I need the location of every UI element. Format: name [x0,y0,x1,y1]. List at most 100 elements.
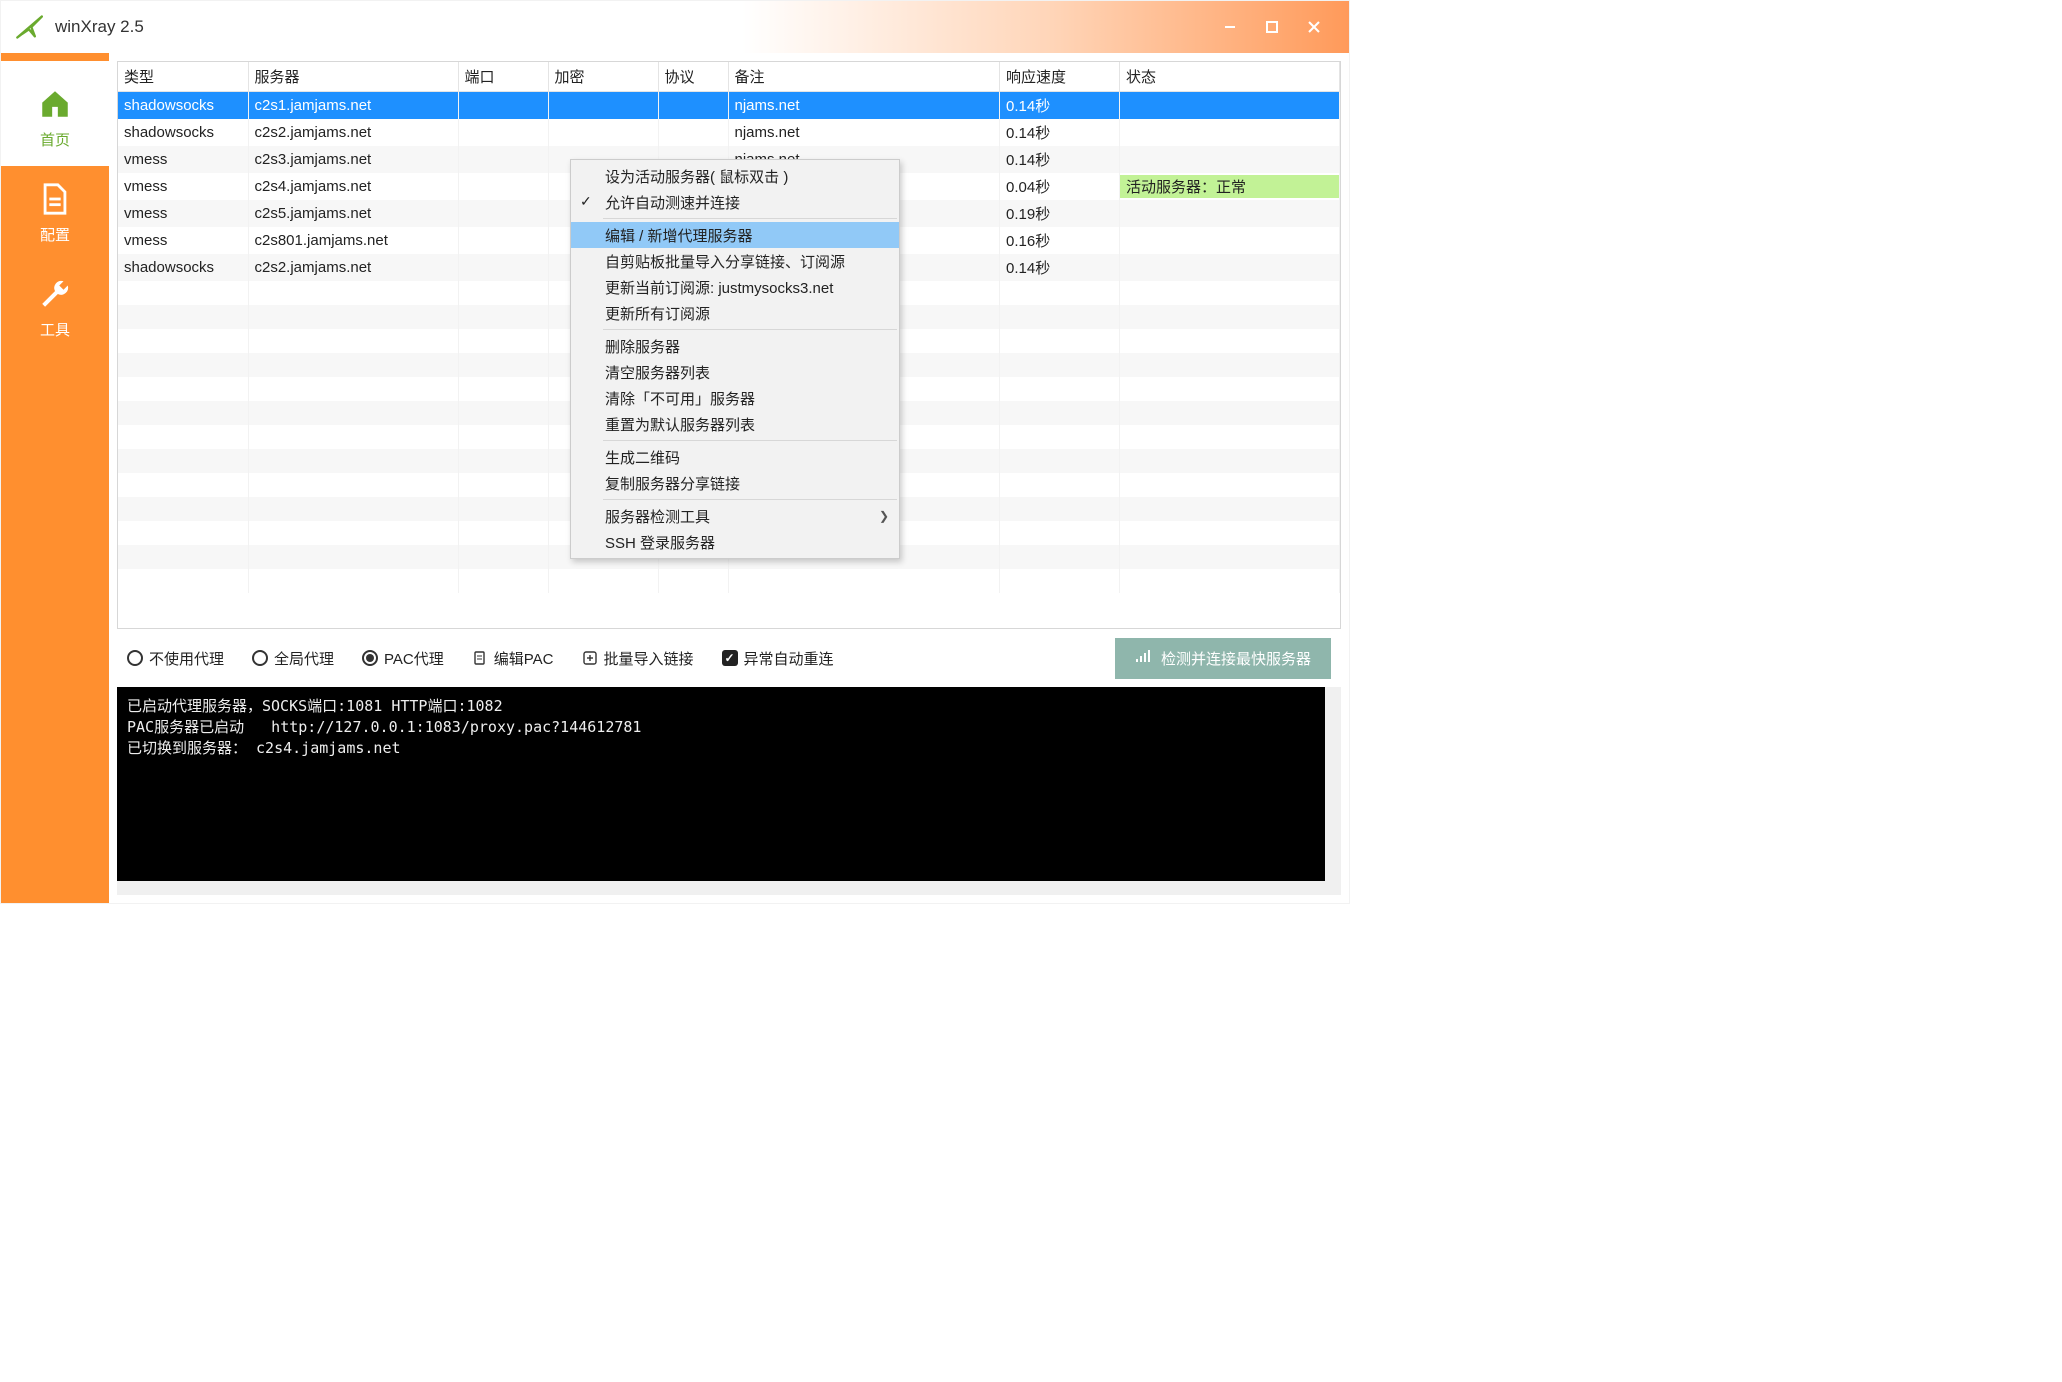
status-badge: 活动服务器：正常 [1120,175,1339,198]
link-label: 编辑PAC [494,648,554,669]
detect-fastest-button[interactable]: 检测并连接最快服务器 [1115,638,1331,679]
radio-icon [362,650,378,666]
table-cell [548,92,658,120]
app-title: winXray 2.5 [55,17,144,37]
menu-item-label: 清除「不可用」服务器 [605,388,755,409]
menu-item[interactable]: 重置为默认服务器列表 [571,411,899,437]
table-row[interactable]: shadowsocksc2s1.jamjams.netnjams.net0.14… [118,92,1340,120]
col-type[interactable]: 类型 [118,62,248,92]
col-remark[interactable]: 备注 [728,62,1000,92]
table-cell [548,119,658,146]
file-icon [38,182,72,216]
scrollbar-vertical[interactable] [1325,687,1341,881]
menu-item-label: 更新当前订阅源: justmysocks3.net [605,277,833,298]
radio-label: 不使用代理 [149,648,224,669]
minimize-button[interactable] [1209,11,1251,43]
sidebar-item-config[interactable]: 配置 [1,166,109,261]
home-icon [38,87,72,121]
menu-item[interactable]: SSH 登录服务器 [571,529,899,555]
detect-label: 检测并连接最快服务器 [1161,648,1311,669]
col-protocol[interactable]: 协议 [658,62,728,92]
menu-item[interactable]: 编辑 / 新增代理服务器 [571,222,899,248]
col-port[interactable]: 端口 [458,62,548,92]
radio-proxy-global[interactable]: 全局代理 [252,648,334,669]
menu-item[interactable]: 自剪贴板批量导入分享链接、订阅源 [571,248,899,274]
table-cell-status [1120,200,1340,227]
menu-separator [603,499,897,500]
menu-item-label: 允许自动测速并连接 [605,192,740,213]
import-links-button[interactable]: 批量导入链接 [582,648,694,669]
menu-item[interactable]: 生成二维码 [571,444,899,470]
table-cell [458,254,548,281]
col-speed[interactable]: 响应速度 [1000,62,1120,92]
table-cell: vmess [118,146,248,173]
app-window: winXray 2.5 首页 配置 [0,0,1350,904]
menu-item-label: 复制服务器分享链接 [605,473,740,494]
menu-item-label: 编辑 / 新增代理服务器 [605,225,753,246]
table-cell: vmess [118,173,248,200]
col-server[interactable]: 服务器 [248,62,458,92]
menu-item-label: 删除服务器 [605,336,680,357]
edit-pac-button[interactable]: 编辑PAC [472,648,554,669]
wrench-icon [38,277,72,311]
table-cell [458,227,548,254]
table-cell: 0.14秒 [1000,146,1120,173]
radio-label: PAC代理 [384,648,444,669]
main-panel: 类型 服务器 端口 加密 协议 备注 响应速度 状态 shadowsocksc2… [109,53,1349,903]
menu-item[interactable]: 清除「不可用」服务器 [571,385,899,411]
plus-box-icon [582,650,598,666]
menu-item[interactable]: 复制服务器分享链接 [571,470,899,496]
table-cell [658,92,728,120]
app-logo-icon [15,13,43,41]
table-cell-status [1120,254,1340,281]
menu-separator [603,329,897,330]
body: 首页 配置 工具 [1,53,1349,903]
menu-separator [603,218,897,219]
server-table-wrap: 类型 服务器 端口 加密 协议 备注 响应速度 状态 shadowsocksc2… [117,61,1341,629]
table-cell: c2s4.jamjams.net [248,173,458,200]
table-cell [458,146,548,173]
menu-item[interactable]: 设为活动服务器( 鼠标双击 ) [571,163,899,189]
col-encrypt[interactable]: 加密 [548,62,658,92]
table-row[interactable]: shadowsocksc2s2.jamjams.netnjams.net0.14… [118,119,1340,146]
titlebar: winXray 2.5 [1,1,1349,53]
menu-item[interactable]: 删除服务器 [571,333,899,359]
table-cell: c2s801.jamjams.net [248,227,458,254]
maximize-button[interactable] [1251,11,1293,43]
menu-item[interactable]: 清空服务器列表 [571,359,899,385]
sidebar-item-label: 配置 [40,224,70,245]
chevron-right-icon: ❯ [879,509,889,523]
table-cell: vmess [118,227,248,254]
table-cell: shadowsocks [118,119,248,146]
col-status[interactable]: 状态 [1120,62,1340,92]
checkbox-auto-reconnect[interactable]: 异常自动重连 [722,648,834,669]
menu-item-label: SSH 登录服务器 [605,532,715,553]
sidebar-item-label: 工具 [40,319,70,340]
document-icon [472,650,488,666]
close-button[interactable] [1293,11,1335,43]
check-icon: ✓ [580,193,592,210]
table-cell: c2s5.jamjams.net [248,200,458,227]
sidebar: 首页 配置 工具 [1,53,109,903]
sidebar-item-tools[interactable]: 工具 [1,261,109,356]
menu-item[interactable]: ✓ 允许自动测速并连接 [571,189,899,215]
table-cell-status [1120,146,1340,173]
radio-proxy-none[interactable]: 不使用代理 [127,648,224,669]
sidebar-item-home[interactable]: 首页 [1,71,109,166]
radio-label: 全局代理 [274,648,334,669]
table-cell: 0.14秒 [1000,119,1120,146]
link-label: 批量导入链接 [604,648,694,669]
toolbar: 不使用代理 全局代理 PAC代理 编辑PAC 批量导入链接 [117,629,1341,687]
scrollbar-horizontal[interactable] [117,881,1341,895]
table-cell [658,119,728,146]
radio-proxy-pac[interactable]: PAC代理 [362,648,444,669]
menu-item-label: 清空服务器列表 [605,362,710,383]
log-console[interactable]: 已启动代理服务器，SOCKS端口:1081 HTTP端口:1082 PAC服务器… [117,687,1341,895]
table-cell [458,119,548,146]
menu-item[interactable]: 更新所有订阅源 [571,300,899,326]
table-cell-status [1120,227,1340,254]
menu-separator [603,440,897,441]
menu-item[interactable]: 更新当前订阅源: justmysocks3.net [571,274,899,300]
table-cell [458,200,548,227]
menu-item[interactable]: 服务器检测工具❯ [571,503,899,529]
